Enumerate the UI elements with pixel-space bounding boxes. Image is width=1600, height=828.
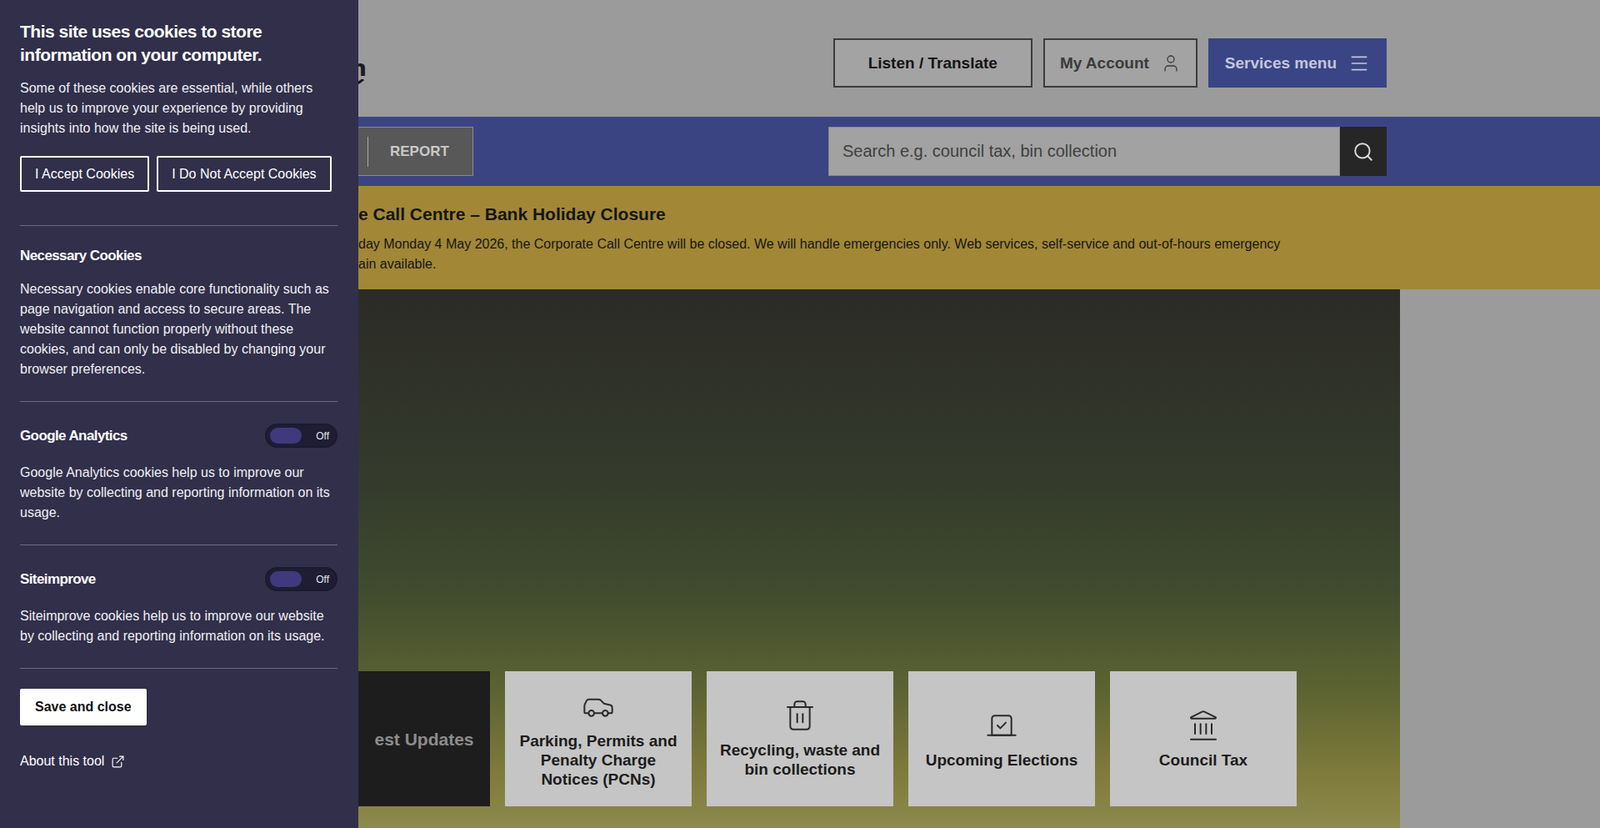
header-buttons: Listen / TranslateMy AccountServices men… xyxy=(833,38,1387,88)
user-icon xyxy=(1160,53,1181,74)
bin-icon xyxy=(783,698,817,732)
tile-label: Parking, Permits and Penalty Charge Noti… xyxy=(513,730,684,789)
menu-icon xyxy=(1348,52,1370,75)
service-tile[interactable]: Recycling, waste and bin collections xyxy=(706,670,894,806)
search-icon xyxy=(1352,140,1375,163)
cookie-category: Google Analytics Off Google Analytics cook… xyxy=(20,400,338,545)
tile-label: Recycling, waste and bin collections xyxy=(715,740,885,779)
toggle-label: Off xyxy=(315,573,330,585)
category-head: Google Analytics Off xyxy=(20,423,338,448)
save-row: Save and close xyxy=(20,667,338,725)
cookie-toggle[interactable]: Off xyxy=(265,566,338,591)
cookie-panel: This site uses cookies to store informat… xyxy=(0,0,359,828)
toggle-knob xyxy=(270,570,302,587)
category-description: Google Analytics cookies help us to impr… xyxy=(20,462,338,523)
cookie-toggle[interactable]: Off xyxy=(265,423,338,448)
alert-title: e Call Centre – Bank Holiday Closure xyxy=(358,202,1387,226)
account-button[interactable]: My Account xyxy=(1043,38,1198,88)
tile-label: Council Tax xyxy=(1159,750,1248,770)
car-icon xyxy=(581,689,615,723)
search-input[interactable] xyxy=(828,126,1340,176)
building-icon xyxy=(1186,708,1220,742)
service-tile[interactable]: Parking, Permits and Penalty Charge Noti… xyxy=(505,670,692,806)
search-box xyxy=(828,126,1387,176)
external-link-icon xyxy=(110,754,125,769)
cookie-buttons: I Accept CookiesI Do Not Accept Cookies xyxy=(20,155,338,192)
about-link[interactable]: About this tool xyxy=(20,753,338,769)
search-button[interactable] xyxy=(1340,126,1387,176)
service-tile[interactable]: Council Tax xyxy=(1110,670,1297,806)
save-button[interactable]: Save and close xyxy=(20,688,147,725)
tile-label: Upcoming Elections xyxy=(925,750,1079,770)
nav-tab[interactable]: REPORT xyxy=(367,136,473,167)
alert-text: day Monday 4 May 2026, the Corporate Cal… xyxy=(358,234,1387,255)
category-head: Necessary Cookies xyxy=(20,247,338,265)
service-tile[interactable]: est Updates xyxy=(358,670,490,806)
toggle-label: Off xyxy=(315,430,330,442)
cookie-intro: Some of these cookies are essential, whi… xyxy=(20,78,338,139)
toggle-knob xyxy=(270,427,302,444)
cookie-choice-button[interactable]: I Do Not Accept Cookies xyxy=(156,155,331,192)
cookie-category: Siteimprove Off Siteimprove cookies help u… xyxy=(20,544,338,668)
category-description: Siteimprove cookies help us to improve o… xyxy=(20,605,338,646)
service-tile[interactable]: Upcoming Elections xyxy=(908,670,1095,806)
cookie-category: Necessary Cookies Necessary cookies enabl… xyxy=(20,225,338,401)
cookie-title: This site uses cookies to store informat… xyxy=(20,20,338,67)
menu-button[interactable]: Services menu xyxy=(1208,38,1387,88)
tile-label: est Updates xyxy=(374,729,474,749)
category-name: Siteimprove xyxy=(20,570,96,588)
tile-row: est Updates Parking, Permits and Penalty … xyxy=(358,670,1400,806)
category-name: Necessary Cookies xyxy=(20,247,142,265)
cookie-choice-button[interactable]: I Accept Cookies xyxy=(20,155,150,192)
category-name: Google Analytics xyxy=(20,427,128,445)
page: donListen / TranslateMy AccountServices … xyxy=(0,0,1600,828)
plain-button[interactable]: Listen / Translate xyxy=(833,38,1033,88)
alert-text: ain available. xyxy=(358,254,1387,275)
vote-icon xyxy=(985,708,1019,742)
category-description: Necessary cookies enable core functional… xyxy=(20,279,338,380)
category-head: Siteimprove Off xyxy=(20,566,338,591)
